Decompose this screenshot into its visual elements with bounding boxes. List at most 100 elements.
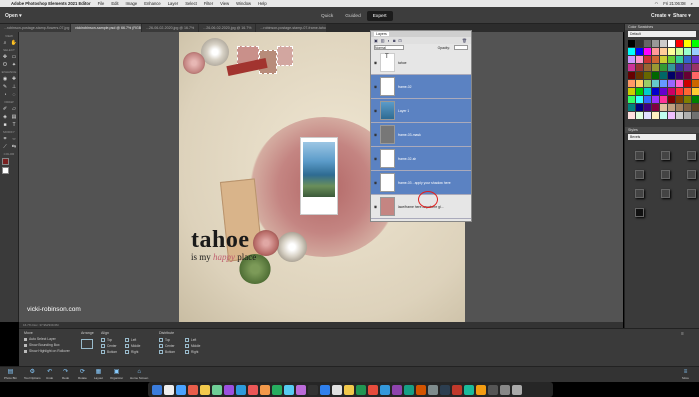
color-swatch[interactable] [668, 112, 675, 119]
styles-preset-select[interactable]: Bevels [628, 134, 696, 140]
mask-icon[interactable]: ◙ [393, 38, 395, 43]
dock-app-icon[interactable] [344, 384, 354, 395]
dock-app-icon[interactable] [320, 384, 330, 395]
color-swatch[interactable] [652, 80, 659, 87]
color-swatch[interactable] [652, 40, 659, 47]
color-swatch[interactable] [628, 40, 635, 47]
bevel-style[interactable] [635, 170, 644, 179]
tool-options-button[interactable]: ⚙ Tool Options [24, 369, 41, 380]
color-swatch[interactable] [676, 56, 683, 63]
color-swatch[interactable] [676, 80, 683, 87]
color-swatch[interactable] [652, 104, 659, 111]
color-swatch[interactable] [636, 56, 643, 63]
color-swatch[interactable] [644, 56, 651, 63]
dock-app-icon[interactable] [404, 384, 414, 395]
zoom-tool-icon[interactable]: ⌕ [1, 39, 9, 46]
dock-app-icon[interactable] [152, 384, 162, 395]
hand-tool-icon[interactable]: ✋ [10, 39, 18, 46]
trash-icon[interactable]: 🗑 [462, 38, 467, 43]
bevel-style[interactable] [661, 151, 670, 160]
color-swatch[interactable] [676, 112, 683, 119]
color-swatch[interactable] [660, 48, 667, 55]
color-swatch[interactable] [636, 112, 643, 119]
layer-row[interactable]: ◉ frame-03 - apply your shadow here [371, 171, 471, 195]
brush-tool-icon[interactable]: ✐ [1, 105, 9, 112]
mode-quick[interactable]: Quick [315, 11, 339, 21]
auto-select-checkbox[interactable]: Auto Select Layer [24, 337, 70, 341]
layout-button[interactable]: ▦ Layout [94, 369, 103, 380]
share-button[interactable]: Share ▾ [673, 11, 691, 21]
bevel-style[interactable] [635, 151, 644, 160]
color-swatch[interactable] [684, 104, 691, 111]
color-swatch[interactable] [692, 96, 699, 103]
color-swatch[interactable] [644, 88, 651, 95]
color-swatch[interactable] [644, 40, 651, 47]
color-swatch[interactable] [652, 48, 659, 55]
color-swatch[interactable] [692, 64, 699, 71]
dock-app-icon[interactable] [284, 384, 294, 395]
layer-row[interactable]: ◉ frame-02-sh [371, 147, 471, 171]
color-swatch[interactable] [684, 64, 691, 71]
color-swatch[interactable] [684, 88, 691, 95]
background-color-swatch[interactable] [2, 167, 9, 174]
color-swatch[interactable] [684, 56, 691, 63]
clock[interactable]: Fri 21:06:08 [663, 1, 685, 6]
color-swatch[interactable] [676, 96, 683, 103]
color-swatch[interactable] [660, 112, 667, 119]
mode-guided[interactable]: Guided [339, 11, 366, 21]
color-swatch[interactable] [644, 112, 651, 119]
color-swatch[interactable] [660, 72, 667, 79]
dock-app-icon[interactable] [464, 384, 474, 395]
color-swatch[interactable] [636, 48, 643, 55]
sponge-tool-icon[interactable]: ◌ [10, 91, 18, 98]
dock-app-icon[interactable] [356, 384, 366, 395]
color-swatch[interactable] [636, 72, 643, 79]
dock-app-icon[interactable] [212, 384, 222, 395]
align-bottom[interactable]: Bottom [101, 349, 125, 355]
dock-app-icon[interactable] [200, 384, 210, 395]
dock-app-icon[interactable] [488, 384, 498, 395]
eye-icon[interactable]: ◉ [371, 132, 380, 137]
dock-app-icon[interactable] [224, 384, 234, 395]
dock-app-icon[interactable] [260, 384, 270, 395]
smart-brush-icon[interactable]: ✎ [1, 83, 9, 90]
color-swatch[interactable] [628, 104, 635, 111]
color-swatch[interactable] [636, 64, 643, 71]
crop-tool-icon[interactable]: ⌗ [1, 135, 9, 142]
color-swatch[interactable] [692, 56, 699, 63]
menu-window[interactable]: Window [236, 1, 251, 6]
gradient-tool-icon[interactable]: ▤ [10, 113, 18, 120]
color-swatch[interactable] [692, 72, 699, 79]
canvas-title-text[interactable]: tahoe [191, 227, 250, 254]
align-right[interactable]: Right [125, 349, 149, 355]
dock-app-icon[interactable] [428, 384, 438, 395]
color-swatch[interactable] [636, 80, 643, 87]
color-swatch[interactable] [660, 104, 667, 111]
color-swatch[interactable] [692, 40, 699, 47]
bevel-style[interactable] [687, 189, 696, 198]
dock-app-icon[interactable] [452, 384, 462, 395]
dock-app-icon[interactable] [416, 384, 426, 395]
doc-tab[interactable]: ...26-06-02-2020.jpg @ 16.7% [199, 24, 256, 32]
color-swatch[interactable] [660, 40, 667, 47]
marquee-tool-icon[interactable]: ▭ [10, 53, 18, 60]
color-swatch[interactable] [676, 72, 683, 79]
dock-app-icon[interactable] [248, 384, 258, 395]
move-tool-icon[interactable]: ✥ [1, 53, 9, 60]
blur-tool-icon[interactable]: ◔ [1, 91, 9, 98]
eye-icon[interactable]: ◉ [371, 156, 380, 161]
doc-tab[interactable]: ...26-06-02-2020.jpg @ 16.7% [142, 24, 199, 32]
color-swatch[interactable] [652, 96, 659, 103]
color-swatch[interactable] [652, 112, 659, 119]
color-swatch[interactable] [676, 88, 683, 95]
color-swatch[interactable] [668, 96, 675, 103]
color-swatch[interactable] [668, 56, 675, 63]
color-swatch[interactable] [628, 64, 635, 71]
color-swatch[interactable] [636, 88, 643, 95]
paint-bucket-icon[interactable]: ◈ [1, 113, 9, 120]
menu-enhance[interactable]: Enhance [144, 1, 161, 6]
photo-bin-button[interactable]: ▤ Photo Bin [4, 369, 17, 380]
color-swatch[interactable] [668, 72, 675, 79]
bevel-style[interactable] [635, 189, 644, 198]
color-swatch[interactable] [692, 88, 699, 95]
